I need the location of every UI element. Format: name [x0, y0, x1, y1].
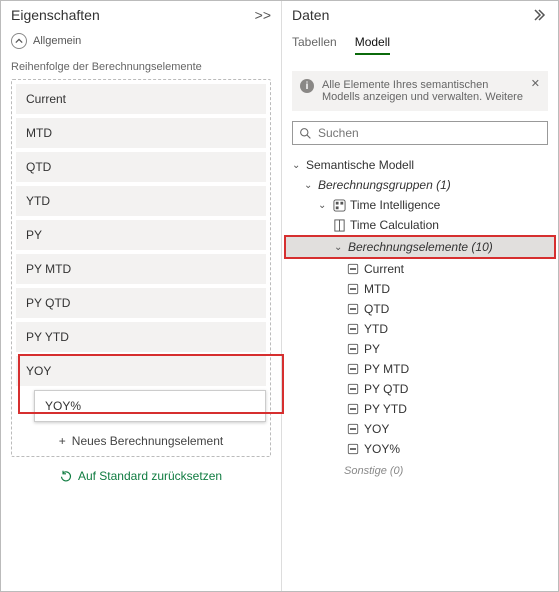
chevron-down-icon: ⌄ — [292, 160, 302, 171]
tree-time-calculation[interactable]: Time Calculation — [284, 215, 556, 235]
section-allgemein[interactable]: Allgemein — [1, 27, 281, 55]
calc-group-icon — [332, 198, 346, 212]
list-item[interactable]: YOY — [16, 356, 266, 386]
tab-modell[interactable]: Modell — [355, 35, 390, 55]
reset-default-label: Auf Standard zurücksetzen — [78, 469, 222, 483]
tree-item-label: YTD — [364, 322, 388, 336]
list-item[interactable]: YTD — [16, 186, 266, 216]
tree-time-intel-label: Time Intelligence — [350, 198, 440, 212]
close-icon[interactable]: ✕ — [531, 77, 540, 90]
data-panel: Daten Tabellen Modell i Alle Elemente Ih… — [282, 1, 558, 591]
tree-item[interactable]: Current — [284, 259, 556, 279]
list-item[interactable]: PY MTD — [16, 254, 266, 284]
tree-groups-label: Berechnungsgruppen (1) — [318, 178, 451, 192]
tab-tabellen[interactable]: Tabellen — [292, 35, 337, 55]
tree-item[interactable]: YTD — [284, 319, 556, 339]
add-calc-item-label: Neues Berechnungselement — [72, 434, 223, 448]
tree-other[interactable]: Sonstige (0) — [284, 459, 556, 477]
calc-item-icon — [346, 362, 360, 376]
tree-item[interactable]: PY QTD — [284, 379, 556, 399]
tabs: Tabellen Modell — [282, 27, 558, 63]
tree-item[interactable]: PY MTD — [284, 359, 556, 379]
list-item[interactable]: QTD — [16, 152, 266, 182]
calc-item-icon — [346, 422, 360, 436]
calc-item-icon — [346, 402, 360, 416]
tree-item[interactable]: PY — [284, 339, 556, 359]
tree-calc-items-label: Berechnungselemente (10) — [348, 240, 493, 254]
tree-item[interactable]: YOY% — [284, 439, 556, 459]
search-icon — [299, 127, 312, 140]
add-calc-item-button[interactable]: + Neues Berechnungselement — [16, 426, 266, 452]
section-allgemein-label: Allgemein — [33, 35, 81, 47]
tree-item-label: PY — [364, 342, 380, 356]
data-header: Daten — [282, 1, 558, 27]
tree-time-calc-label: Time Calculation — [350, 218, 439, 232]
tree-item-label: Current — [364, 262, 404, 276]
calc-item-icon — [346, 262, 360, 276]
list-header: Reihenfolge der Berechnungselemente — [1, 55, 281, 77]
info-icon: i — [300, 79, 314, 93]
tree-root-label: Semantische Modell — [306, 158, 414, 172]
calc-item-icon — [346, 302, 360, 316]
calc-items-list: Current MTD QTD YTD PY PY MTD PY QTD PY … — [11, 79, 271, 457]
data-title: Daten — [292, 7, 329, 23]
tree-time-intelligence[interactable]: ⌄ Time Intelligence — [284, 195, 556, 215]
list-item[interactable]: PY QTD — [16, 288, 266, 318]
tree-groups[interactable]: ⌄ Berechnungsgruppen (1) — [284, 175, 556, 195]
tree-root[interactable]: ⌄ Semantische Modell — [284, 155, 556, 175]
calc-item-icon — [346, 342, 360, 356]
column-icon — [332, 218, 346, 232]
calc-item-icon — [346, 322, 360, 336]
info-banner: i Alle Elemente Ihres semantischen Model… — [292, 71, 548, 111]
tree-item-label: PY MTD — [364, 362, 409, 376]
info-text: Alle Elemente Ihres semantischen Modells… — [322, 79, 523, 103]
chevron-down-icon: ⌄ — [334, 242, 344, 253]
calc-item-icon — [346, 442, 360, 456]
list-item[interactable]: PY YTD — [16, 322, 266, 352]
collapse-right-icon[interactable] — [534, 8, 548, 22]
model-tree: ⌄ Semantische Modell ⌄ Berechnungsgruppe… — [284, 155, 556, 477]
search-input[interactable] — [318, 126, 541, 140]
chevron-down-icon: ⌄ — [318, 200, 328, 211]
tree-item-label: PY QTD — [364, 382, 408, 396]
list-item-dragging[interactable]: YOY% — [34, 390, 266, 422]
tree-item[interactable]: MTD — [284, 279, 556, 299]
properties-panel: Eigenschaften >> Allgemein Reihenfolge d… — [1, 1, 282, 591]
properties-header: Eigenschaften >> — [1, 1, 281, 27]
tree-item-label: YOY — [364, 422, 389, 436]
undo-icon — [60, 470, 72, 482]
properties-title: Eigenschaften — [11, 7, 100, 23]
collapse-left-icon[interactable]: >> — [255, 7, 271, 23]
info-line2: Modells anzeigen und verwalten. Weitere — [322, 91, 523, 103]
list-item[interactable]: MTD — [16, 118, 266, 148]
plus-icon: + — [59, 434, 66, 448]
tree-item[interactable]: PY YTD — [284, 399, 556, 419]
tree-item-label: MTD — [364, 282, 390, 296]
reset-default-button[interactable]: Auf Standard zurücksetzen — [1, 463, 281, 489]
info-line1: Alle Elemente Ihres semantischen — [322, 79, 523, 91]
tree-item[interactable]: YOY — [284, 419, 556, 439]
calc-item-icon — [346, 282, 360, 296]
chevron-up-circle-icon — [11, 33, 27, 49]
calc-item-icon — [346, 382, 360, 396]
list-item[interactable]: Current — [16, 84, 266, 114]
tree-item-label: YOY% — [364, 442, 400, 456]
chevron-down-icon: ⌄ — [304, 180, 314, 191]
search-input-wrapper[interactable] — [292, 121, 548, 145]
tree-calc-items[interactable]: ⌄ Berechnungselemente (10) — [284, 235, 556, 259]
tree-item-label: PY YTD — [364, 402, 407, 416]
tree-item[interactable]: QTD — [284, 299, 556, 319]
tree-item-label: QTD — [364, 302, 389, 316]
list-item[interactable]: PY — [16, 220, 266, 250]
